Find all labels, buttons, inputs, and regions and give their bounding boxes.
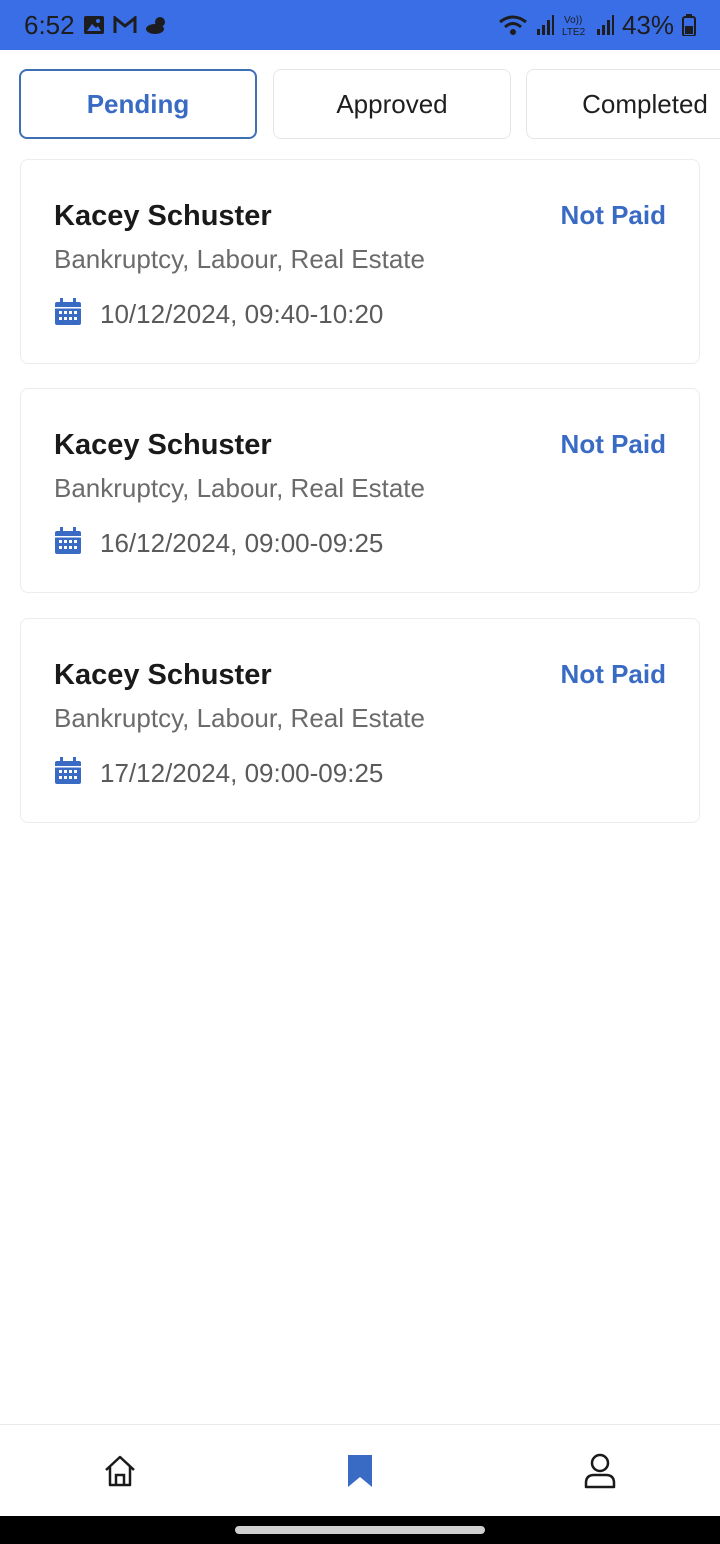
calendar-icon [54,757,82,790]
status-right: Vo)) LTE2 43% [498,10,696,41]
practice-areas: Bankruptcy, Labour, Real Estate [54,703,425,733]
appointment-datetime: 16/12/2024, 09:00-09:25 [100,528,384,558]
bottom-nav [0,1424,720,1516]
battery-percent: 43% [621,9,674,40]
nav-bookings-button[interactable] [340,1453,380,1493]
nav-home-button[interactable] [100,1453,140,1493]
appointment-card[interactable]: Kacey Schuster Not Paid Bankruptcy, Labo… [20,159,700,364]
appointment-datetime: 10/12/2024, 09:40-10:20 [100,299,384,329]
client-name: Kacey Schuster [54,429,272,461]
weather-icon [145,15,169,35]
payment-status: Not Paid [560,659,666,689]
payment-status: Not Paid [560,200,666,230]
gmail-icon [113,16,137,34]
svg-text:LTE2: LTE2 [562,27,586,37]
appointment-date-row: 10/12/2024, 09:40-10:20 [54,298,383,331]
client-name: Kacey Schuster [54,200,272,232]
tab-bar: Pending Approved Completed [0,50,720,150]
profile-icon [583,1453,617,1494]
appointment-date-row: 17/12/2024, 09:00-09:25 [54,757,383,790]
tab-completed[interactable]: Completed [526,69,720,139]
svg-text:Vo)): Vo)) [564,15,582,26]
practice-areas: Bankruptcy, Labour, Real Estate [54,244,425,274]
payment-status: Not Paid [560,429,666,459]
system-navigation-bar [0,1516,720,1544]
calendar-icon [54,298,82,331]
nav-profile-button[interactable] [580,1453,620,1493]
status-time: 6:52 [24,9,75,40]
image-icon [83,15,105,35]
tab-pending[interactable]: Pending [19,69,257,139]
battery-icon [682,14,696,36]
volte-icon: Vo)) LTE2 [562,13,588,37]
practice-areas: Bankruptcy, Labour, Real Estate [54,473,425,503]
appointment-datetime: 17/12/2024, 09:00-09:25 [100,758,384,788]
signal-icon [536,15,554,35]
home-indicator[interactable] [235,1526,485,1534]
client-name: Kacey Schuster [54,659,272,691]
wifi-icon [498,14,528,36]
appointment-date-row: 16/12/2024, 09:00-09:25 [54,527,383,560]
home-icon [103,1454,137,1493]
calendar-icon [54,527,82,560]
signal-icon [596,15,614,35]
status-left: 6:52 [24,10,169,41]
appointment-card[interactable]: Kacey Schuster Not Paid Bankruptcy, Labo… [20,388,700,593]
appointment-card[interactable]: Kacey Schuster Not Paid Bankruptcy, Labo… [20,618,700,823]
tab-approved[interactable]: Approved [273,69,511,139]
bookmark-icon [345,1453,375,1494]
status-bar: 6:52 Vo)) LTE2 43% [0,0,720,50]
